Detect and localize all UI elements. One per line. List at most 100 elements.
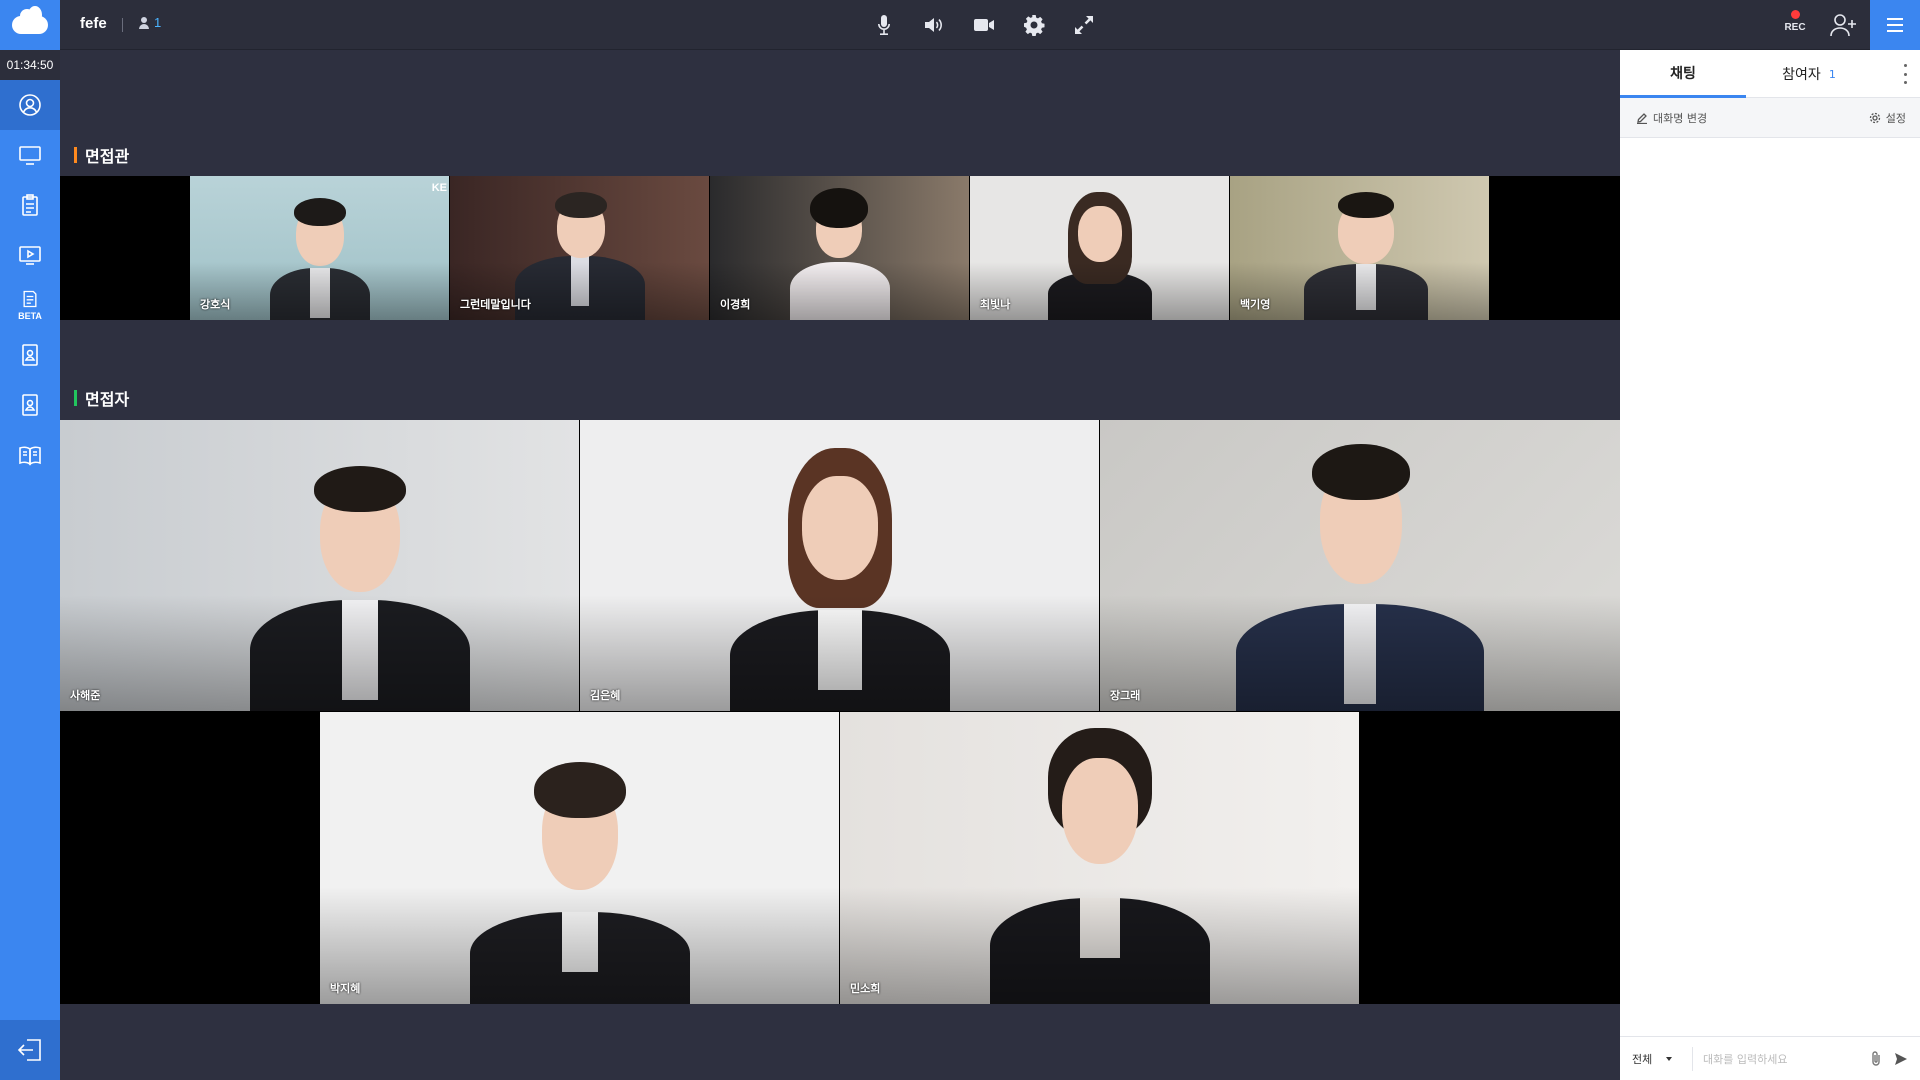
- panel-tabs: 채팅 참여자 1: [1620, 50, 1920, 98]
- video-tile-interviewer-4[interactable]: 최빛나: [970, 176, 1229, 320]
- screen-share-icon: [19, 146, 41, 165]
- tab-chat-label: 채팅: [1670, 65, 1696, 82]
- video-tile-interviewee-2[interactable]: 김은혜: [580, 420, 1099, 711]
- record-label: REC: [1784, 22, 1806, 33]
- interviewee-section-title: 면접자: [74, 386, 129, 410]
- sidebar-item-note-beta[interactable]: BETA: [0, 280, 60, 330]
- participant-name: 그런데말입니다: [460, 298, 531, 311]
- tab-participants[interactable]: 참여자 1: [1746, 50, 1872, 98]
- participant-name: 백기영: [1240, 298, 1271, 311]
- exit-button[interactable]: [0, 1020, 60, 1080]
- recipient-select[interactable]: 전체: [1632, 1051, 1673, 1067]
- sidebar-item-book[interactable]: [0, 430, 60, 480]
- video-tile-interviewee-3[interactable]: 장그래: [1100, 420, 1620, 711]
- video-tile-interviewee-5[interactable]: 민소희: [840, 712, 1359, 1004]
- video-stage: 면접관 KE 강호식 그런데말입니다 이경희 최빛나 백기영 면접자 사해준 김…: [60, 50, 1620, 1080]
- sidebar-item-screen-share[interactable]: [0, 130, 60, 180]
- tab-chat[interactable]: 채팅: [1620, 50, 1746, 98]
- invite-user-button[interactable]: [1830, 12, 1858, 38]
- tab-participants-label: 참여자: [1782, 67, 1821, 83]
- name-shade: [1100, 594, 1620, 711]
- chat-settings-button[interactable]: 설정: [1869, 110, 1906, 126]
- sidebar-item-id-card-2[interactable]: [0, 380, 60, 430]
- video-tile-interviewee-4[interactable]: 박지혜: [320, 712, 839, 1004]
- gear-icon: [1024, 15, 1045, 36]
- chat-input-bar: 전체: [1620, 1036, 1920, 1080]
- profile-icon: [19, 94, 41, 116]
- participant-name: 민소희: [850, 982, 881, 995]
- rename-label: 대화명 변경: [1653, 112, 1708, 125]
- microphone-button[interactable]: [870, 10, 898, 40]
- record-dot-icon: [1790, 10, 1800, 19]
- chat-subheader: 대화명 변경 설정: [1620, 98, 1920, 138]
- divider: [122, 18, 123, 32]
- chevron-down-icon: [1666, 1057, 1673, 1061]
- hair: [555, 192, 607, 218]
- sidebar-item-clipboard[interactable]: [0, 180, 60, 230]
- send-icon: [1895, 1053, 1907, 1065]
- tab-participants-count: 1: [1828, 67, 1836, 81]
- gear-icon: [1869, 112, 1880, 124]
- add-user-icon: [1830, 14, 1856, 37]
- speaker-icon: [925, 18, 942, 32]
- camera-button[interactable]: [970, 10, 998, 40]
- participant-count-value: 1: [154, 15, 162, 30]
- paperclip-icon: [1872, 1051, 1880, 1066]
- name-shade: [60, 594, 579, 711]
- video-tile-interviewer-2[interactable]: 그런데말입니다: [450, 176, 709, 320]
- logo: [0, 0, 60, 50]
- interviewer-title-text: 면접관: [85, 147, 130, 166]
- video-tile-interviewer-1[interactable]: KE 강호식: [190, 176, 449, 320]
- sidebar-item-video[interactable]: [0, 230, 60, 280]
- participant-name: 박지혜: [330, 982, 361, 995]
- participant-name: 최빛나: [980, 298, 1011, 311]
- tile-overlay-text: KE: [431, 182, 447, 194]
- video-tile-interviewer-5[interactable]: 백기영: [1230, 176, 1489, 320]
- hamburger-icon: [1887, 18, 1903, 20]
- participant-count[interactable]: 1: [139, 15, 161, 30]
- fullscreen-icon: [1075, 16, 1093, 34]
- name-shade: [320, 887, 839, 1004]
- face: [802, 476, 878, 580]
- video-tile-interviewer-3[interactable]: 이경희: [710, 176, 969, 320]
- participant-name: 사해준: [70, 689, 101, 702]
- exit-icon: [17, 1039, 41, 1061]
- attach-button[interactable]: [1868, 1050, 1884, 1068]
- settings-button[interactable]: [1020, 10, 1048, 40]
- chat-panel: 채팅 참여자 1 대화명 변경 설정 전체: [1620, 50, 1920, 1080]
- record-button[interactable]: REC: [1782, 10, 1808, 40]
- session-timer: 01:34:50: [0, 50, 60, 80]
- user-icon: [139, 16, 149, 29]
- video-play-icon: [19, 246, 41, 265]
- video-tile-interviewee-1[interactable]: 사해준: [60, 420, 579, 711]
- room-name: fefe: [80, 15, 107, 32]
- chat-settings-label: 설정: [1885, 112, 1906, 125]
- rename-button[interactable]: 대화명 변경: [1636, 110, 1707, 126]
- hair: [810, 188, 868, 228]
- send-button[interactable]: [1894, 1051, 1908, 1065]
- cloud-logo-icon: [12, 6, 48, 34]
- hamburger-line: [1887, 24, 1903, 26]
- speaker-button[interactable]: [920, 10, 948, 40]
- section-accent: [74, 390, 77, 406]
- recipient-label: 전체: [1632, 1053, 1653, 1066]
- id-card-icon-2: [22, 394, 38, 416]
- participant-name: 김은혜: [590, 689, 621, 702]
- camera-icon: [974, 19, 994, 31]
- participant-name: 강호식: [200, 298, 231, 311]
- menu-button[interactable]: [1870, 0, 1920, 50]
- more-options-icon[interactable]: [1902, 64, 1908, 84]
- pencil-icon: [1637, 113, 1647, 124]
- hair: [294, 198, 346, 226]
- fullscreen-button[interactable]: [1070, 10, 1098, 40]
- left-sidebar: 01:34:50 BETA: [0, 50, 60, 1080]
- face: [1062, 758, 1138, 864]
- chat-message-input[interactable]: [1692, 1047, 1862, 1071]
- face: [1078, 206, 1122, 262]
- id-card-icon: [22, 344, 38, 366]
- top-bar: fefe 1 REC: [0, 0, 1920, 50]
- sidebar-item-profile[interactable]: [0, 80, 60, 130]
- participant-name: 장그래: [1110, 689, 1141, 702]
- participant-name: 이경희: [720, 298, 751, 311]
- sidebar-item-id-card[interactable]: [0, 330, 60, 380]
